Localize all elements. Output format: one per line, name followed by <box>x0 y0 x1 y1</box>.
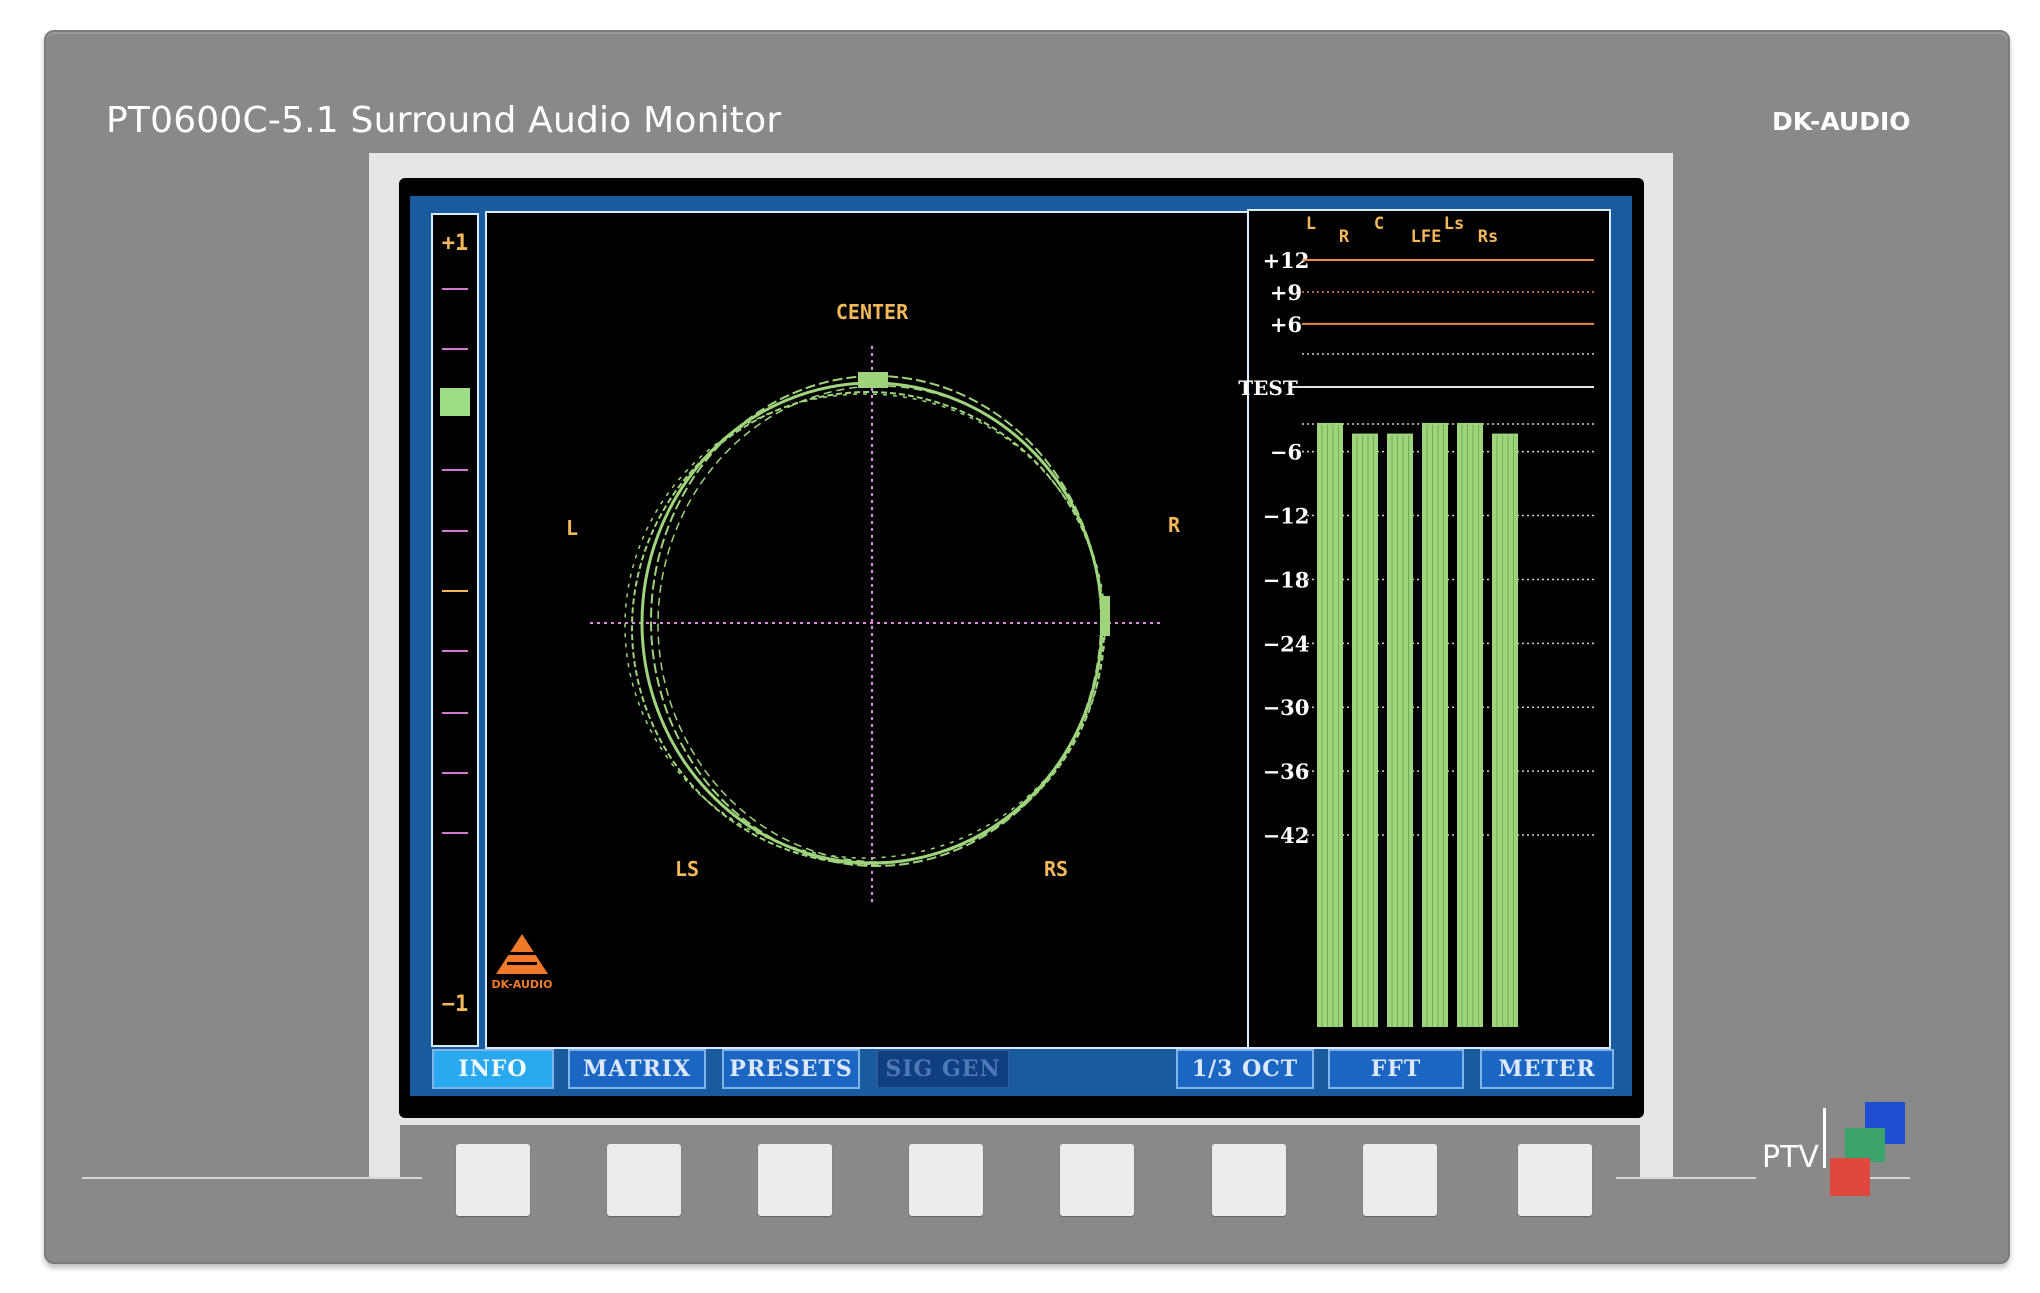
bezel-lower-strip <box>400 1125 1640 1195</box>
vectorscope-label-center: CENTER <box>836 300 909 324</box>
menu-button-third-octave[interactable]: 1/3 OCT <box>1176 1049 1314 1089</box>
device-title: PT0600C-5.1 Surround Audio Monitor <box>106 100 782 141</box>
vectorscope-label-rs: RS <box>1044 857 1068 881</box>
correlation-meter-panel <box>431 213 479 1047</box>
vectorscope-label-left: L <box>566 516 578 540</box>
ptv-logo-text: PTV <box>1762 1140 1819 1175</box>
hardware-softkey-6[interactable] <box>1212 1144 1286 1216</box>
menu-button-matrix[interactable]: MATRIX <box>568 1049 706 1089</box>
correlation-bottom-label: −1 <box>442 992 469 1017</box>
vectorscope-label-ls: LS <box>675 857 699 881</box>
dk-audio-logo-text: DK-AUDIO <box>492 978 553 991</box>
hardware-softkey-3[interactable] <box>758 1144 832 1216</box>
front-panel-line-right <box>1616 1177 1756 1179</box>
hardware-softkey-7[interactable] <box>1363 1144 1437 1216</box>
front-panel-line-left <box>82 1177 422 1179</box>
meter-bar-lfe <box>1422 422 1448 1027</box>
menu-button-fft[interactable]: FFT <box>1328 1049 1464 1089</box>
meter-scale-label: TEST <box>1238 376 1298 400</box>
lcd-display: +1 −1 CENTER L R LS RS DK-AUDIO L R C LFE… <box>410 196 1632 1096</box>
meter-scale-label: −6 <box>1270 440 1302 465</box>
hardware-softkey-5[interactable] <box>1060 1144 1134 1216</box>
meter-bar-l <box>1317 422 1343 1027</box>
meter-channel-label: Rs <box>1478 227 1498 247</box>
menu-button-meter[interactable]: METER <box>1480 1049 1614 1089</box>
meter-channel-label: L <box>1306 214 1316 234</box>
menu-button-sig-gen[interactable]: SIG GEN <box>876 1049 1010 1089</box>
meter-channel-label: Ls <box>1444 214 1464 234</box>
hardware-softkey-8[interactable] <box>1518 1144 1592 1216</box>
menu-button-info[interactable]: INFO <box>432 1049 554 1089</box>
meter-scale-label: +6 <box>1270 312 1302 337</box>
ptv-logo-icon <box>1823 1102 1905 1196</box>
hardware-softkey-2[interactable] <box>607 1144 681 1216</box>
menu-button-presets[interactable]: PRESETS <box>722 1049 860 1089</box>
meter-channel-label: R <box>1339 227 1350 247</box>
correlation-indicator <box>440 388 470 416</box>
meter-channel-label: LFE <box>1411 227 1442 247</box>
lcd-graphics: +1 −1 CENTER L R LS RS DK-AUDIO L RCLFELs… <box>431 209 1611 1049</box>
meter-bar-r <box>1352 433 1378 1027</box>
hardware-softkey-1[interactable] <box>456 1144 530 1216</box>
meter-bar-c <box>1387 433 1413 1027</box>
device-brand: DK-AUDIO <box>1772 107 1911 136</box>
vectorscope-panel <box>485 211 1315 1049</box>
vectorscope-label-right: R <box>1168 513 1181 537</box>
meter-bar-ls <box>1457 422 1483 1027</box>
meter-bar-rs <box>1492 433 1518 1027</box>
correlation-top-label: +1 <box>442 231 469 256</box>
meter-scale-label: +9 <box>1270 280 1302 305</box>
hardware-softkey-4[interactable] <box>909 1144 983 1216</box>
meter-channel-label: C <box>1374 214 1384 234</box>
